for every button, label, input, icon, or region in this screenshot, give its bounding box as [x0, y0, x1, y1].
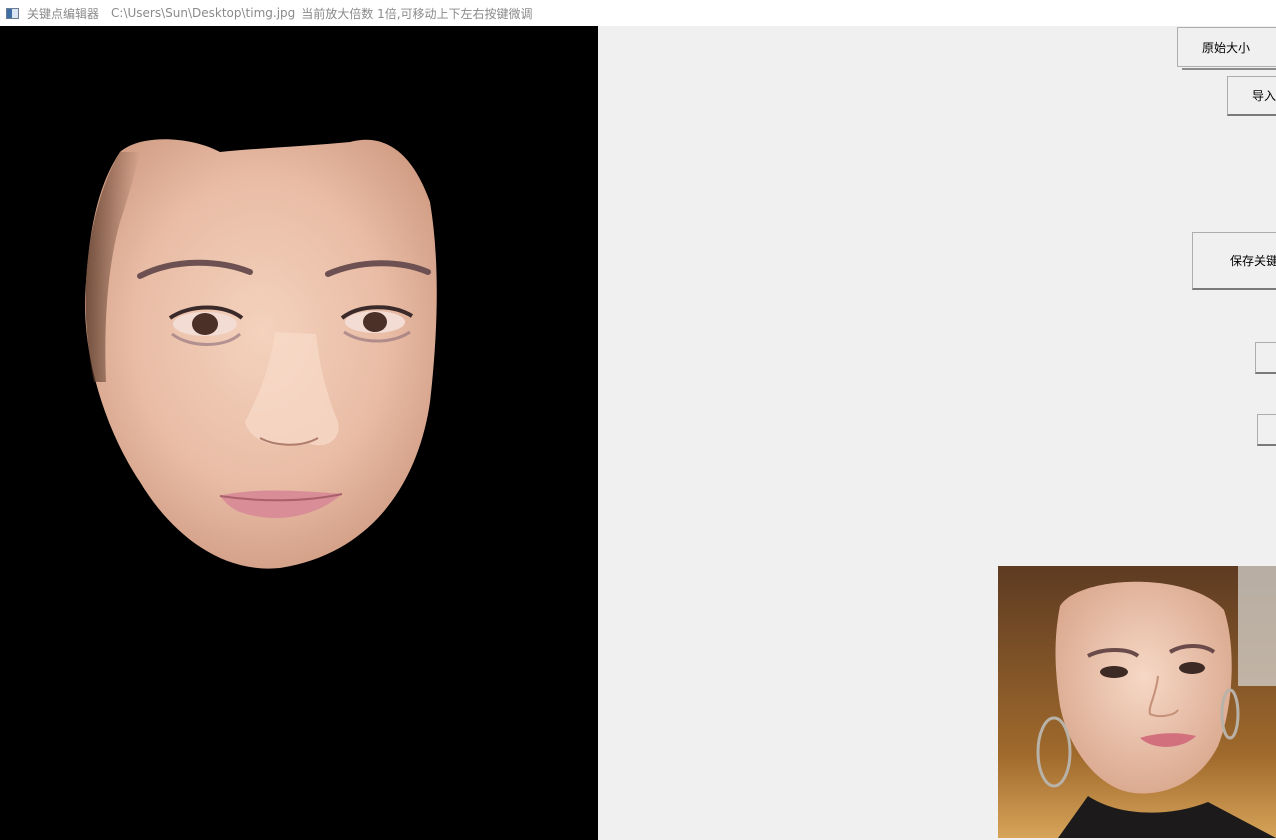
original-size-label: 原始大小: [1202, 40, 1251, 55]
panel-button-1[interactable]: [1255, 342, 1276, 374]
button-separator: [1182, 68, 1276, 70]
save-keypoints-label: 保存关键: [1230, 254, 1276, 268]
keypoint-canvas[interactable]: [0, 26, 598, 840]
source-face-photo: [998, 566, 1276, 838]
window-zoom-status: 当前放大倍数 1倍,可移动上下左右按键微调: [301, 6, 533, 21]
face-mask-image[interactable]: [80, 112, 440, 572]
app-window-icon: [6, 7, 19, 19]
window-titlebar: 关键点编辑器 C:\Users\Sun\Desktop\timg.jpg 当前放…: [0, 0, 1276, 26]
original-size-button[interactable]: 原始大小: [1177, 27, 1276, 67]
save-keypoints-button[interactable]: 保存关键: [1192, 232, 1276, 290]
import-button[interactable]: 导入: [1227, 76, 1276, 116]
panel-button-2[interactable]: [1257, 414, 1276, 446]
import-label: 导入: [1252, 89, 1276, 103]
window-title: 关键点编辑器: [27, 6, 100, 21]
window-file-path: C:\Users\Sun\Desktop\timg.jpg: [111, 6, 296, 20]
